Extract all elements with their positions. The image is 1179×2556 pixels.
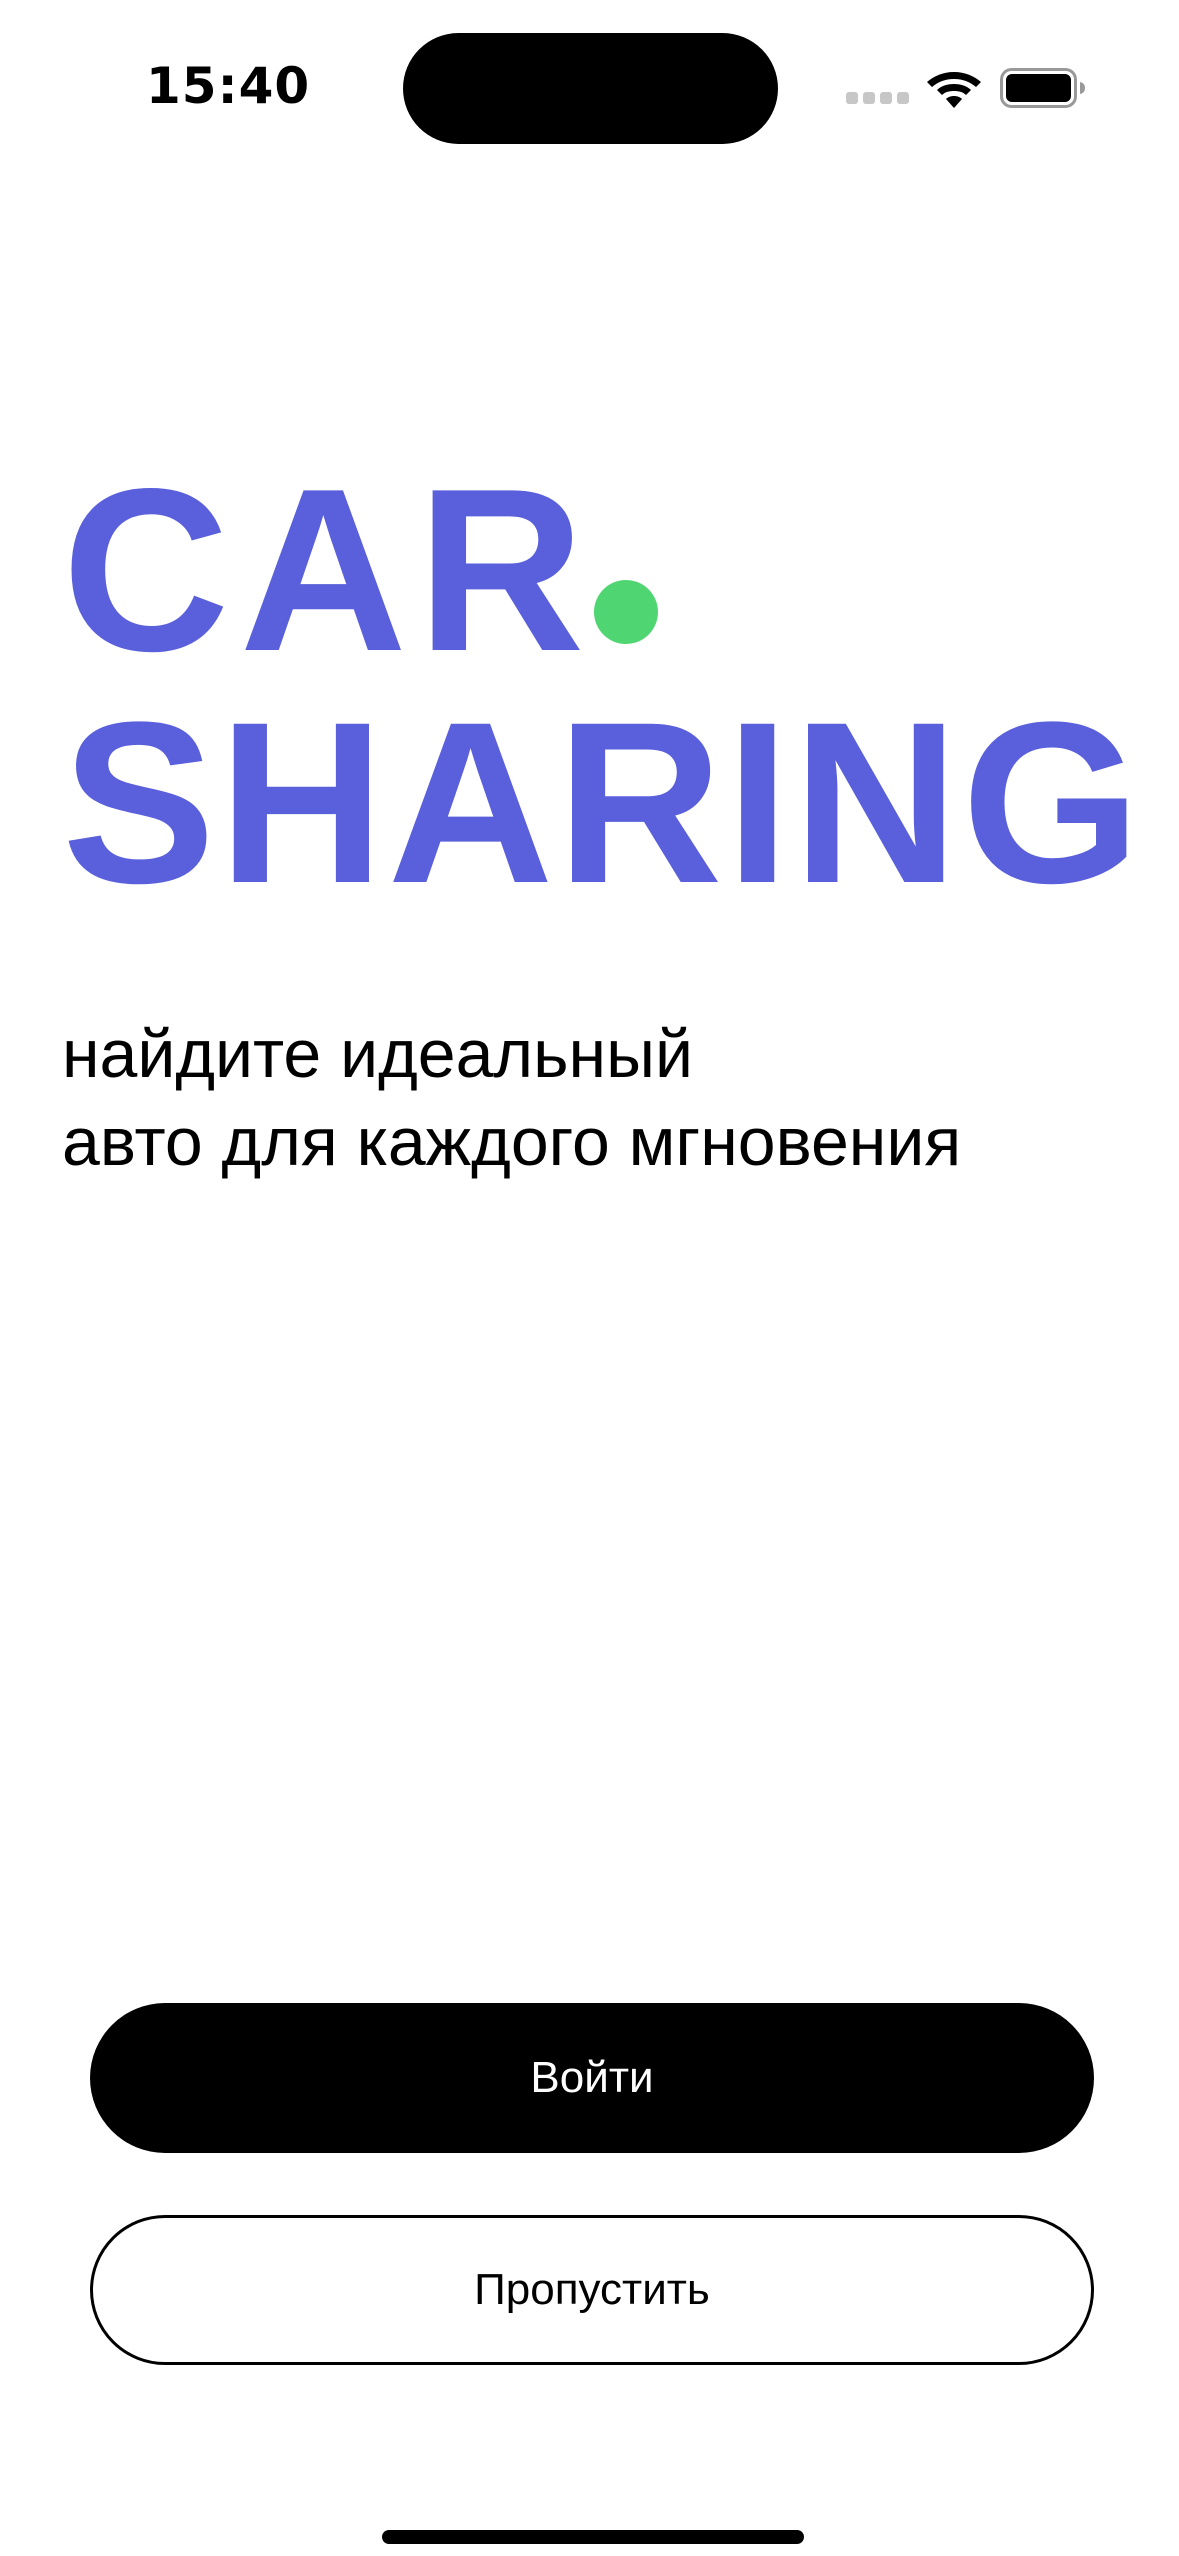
skip-button[interactable]: Пропустить	[90, 2215, 1094, 2365]
status-time: 15:40	[146, 57, 311, 115]
home-indicator[interactable]	[382, 2530, 804, 2544]
app-logo: CAR SHARING	[62, 455, 1144, 919]
signal-icon	[846, 92, 909, 104]
battery-icon	[1000, 68, 1085, 108]
wifi-icon	[927, 72, 981, 108]
logo-line-car: CAR	[62, 441, 595, 700]
tagline-line-1: найдите идеальный	[62, 1016, 693, 1092]
dynamic-island	[403, 33, 778, 144]
logo-dot	[594, 580, 658, 644]
login-button[interactable]: Войти	[90, 2003, 1094, 2153]
logo-line-sharing: SHARING	[62, 674, 1144, 931]
tagline-line-2: авто для каждого мгновения	[62, 1104, 962, 1180]
tagline: найдите идеальный авто для каждого мгнов…	[62, 1010, 961, 1186]
